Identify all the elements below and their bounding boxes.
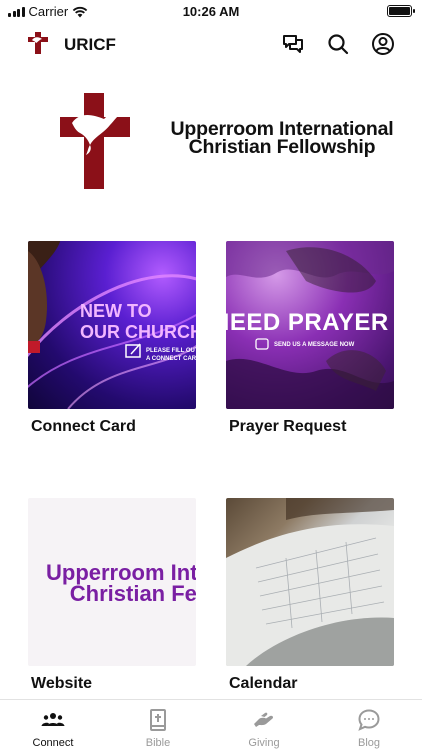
tab-bible-label: Bible: [145, 737, 171, 749]
people-icon: [41, 713, 65, 726]
account-icon: [372, 33, 394, 55]
cross-dove-logo-icon: [60, 93, 130, 189]
tab-connect[interactable]: Connect: [13, 700, 93, 751]
tab-giving-label: Giving: [248, 737, 280, 749]
connect-note-line1: PLEASE FILL OUT: [146, 348, 196, 354]
church-name-line2: Christian Fellowship: [188, 136, 376, 158]
website-tile[interactable]: Upperroom International Christian Fellow…: [28, 498, 196, 666]
website-banner-line1: Upperroom International: [46, 560, 196, 585]
clock: 10:26 AM: [182, 4, 240, 19]
search-icon: [328, 34, 349, 55]
website-banner: Upperroom International Christian Fellow…: [46, 560, 196, 606]
app-bar: URICF: [0, 26, 422, 62]
app-title: URICF: [64, 35, 116, 54]
bible-icon: [150, 709, 166, 731]
calendar-label[interactable]: Calendar: [229, 675, 297, 693]
church-name: Upperroom International Christian Fellow…: [148, 119, 416, 158]
tab-giving[interactable]: Giving: [224, 700, 304, 751]
tab-blog-label: Blog: [357, 737, 381, 749]
profile-button[interactable]: [370, 31, 396, 57]
church-logo-icon: [28, 32, 48, 54]
prayer-request-label[interactable]: Prayer Request: [229, 418, 346, 436]
status-bar: Carrier 10:26 AM: [0, 0, 422, 24]
prayer-request-tile[interactable]: NEED PRAYER SEND US A MESSAGE NOW: [226, 241, 394, 409]
battery-icon: [387, 5, 415, 17]
connect-banner-line1: NEW TO: [80, 301, 152, 321]
prayer-banner: NEED PRAYER: [226, 309, 389, 336]
connect-card-label[interactable]: Connect Card: [31, 418, 136, 436]
connect-card-tile[interactable]: NEW TO OUR CHURCH PLEASE FILL OUT A CONN…: [28, 241, 196, 409]
connect-banner-line2: OUR CHURCH: [80, 322, 196, 342]
tab-bible[interactable]: Bible: [118, 700, 198, 751]
giving-hand-icon: [254, 712, 274, 727]
messages-button[interactable]: [280, 31, 306, 57]
prayer-note: SEND US A MESSAGE NOW: [274, 342, 355, 348]
blog-bubble-icon: [358, 709, 380, 731]
tab-blog[interactable]: Blog: [329, 700, 409, 751]
calendar-tile[interactable]: [226, 498, 394, 666]
tab-connect-label: Connect: [32, 737, 74, 749]
tab-bar: Connect Bible Giving Blog: [0, 699, 422, 750]
website-banner-line2: Christian Fellowship: [69, 581, 196, 606]
search-button[interactable]: [325, 31, 351, 57]
church-header: Upperroom International Christian Fellow…: [0, 85, 422, 195]
calendar-image: [226, 498, 394, 666]
connect-banner: NEW TO OUR CHURCH: [80, 301, 196, 343]
connect-note: PLEASE FILL OUT A CONNECT CARD: [146, 347, 196, 363]
connect-note-line2: A CONNECT CARD: [146, 356, 196, 362]
website-label[interactable]: Website: [31, 675, 92, 693]
chat-icon: [283, 35, 303, 53]
